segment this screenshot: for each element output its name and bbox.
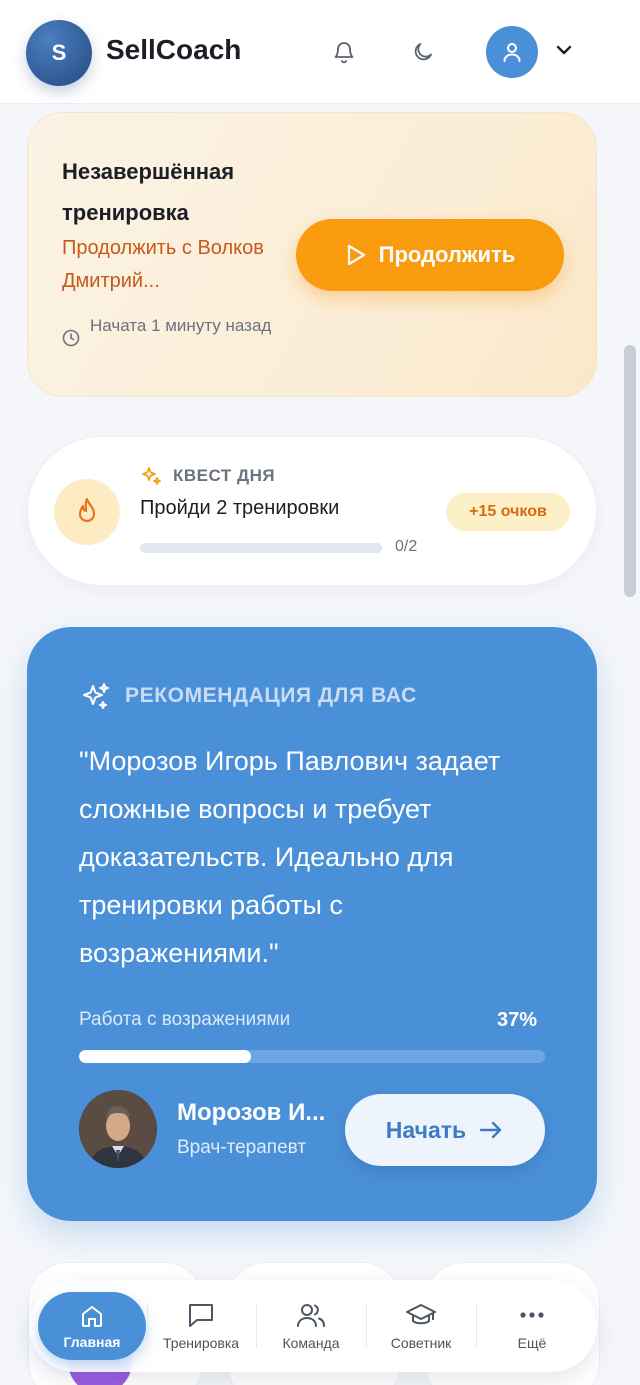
skill-name: Работа с возражениями	[79, 1009, 291, 1030]
app-title: SellCoach	[106, 34, 242, 65]
scrollbar-track[interactable]	[622, 110, 636, 1385]
logo[interactable]: S	[26, 20, 92, 86]
start-button[interactable]: Начать	[345, 1094, 545, 1166]
skill-progress-fill	[79, 1050, 252, 1063]
daily-quest-card[interactable]: КВЕСТ ДНЯ Пройди 2 тренировки 0/2 +15 оч…	[27, 436, 597, 586]
unfinished-started: Начата 1 минуту назад	[90, 316, 272, 335]
arrow-right-icon	[479, 1121, 502, 1139]
recommendation-label: РЕКОМЕНДАЦИЯ ДЛЯ ВАС	[125, 684, 417, 707]
home-icon	[82, 1306, 102, 1327]
nav-item-advisor[interactable]: Советник	[366, 1280, 476, 1372]
skill-percent: 37%	[497, 1009, 538, 1031]
quest-reward-badge: +15 очков	[446, 493, 570, 531]
persona-avatar	[79, 1090, 157, 1168]
nav-item-label: Команда	[282, 1335, 340, 1351]
logo-letter: S	[51, 40, 67, 65]
unfinished-training-card: Незавершённая тренировка Продолжить с Во…	[27, 112, 597, 397]
nav-item-label: Ещё	[517, 1335, 547, 1351]
app-header: S SellCoach	[0, 0, 640, 104]
skill-progress-bar	[79, 1050, 545, 1063]
graduation-cap-icon	[406, 1304, 436, 1325]
chevron-down-icon[interactable]	[552, 38, 576, 62]
nav-item-training[interactable]: Тренировка	[146, 1280, 256, 1372]
persona-name: Морозов И...	[177, 1099, 326, 1126]
chat-icon	[189, 1304, 213, 1327]
flame-icon	[54, 479, 120, 545]
recommendation-quote: "Морозов Игорь Павлович задает сложные в…	[79, 746, 501, 968]
scrollbar-thumb[interactable]	[624, 345, 636, 597]
quest-label: КВЕСТ ДНЯ	[173, 466, 276, 485]
unfinished-title: Незавершённая тренировка	[62, 159, 235, 225]
bell-icon[interactable]	[326, 34, 362, 70]
play-icon	[347, 244, 365, 266]
start-button-label: Начать	[385, 1116, 467, 1143]
nav-item-more[interactable]: Ещё	[477, 1280, 587, 1372]
user-icon	[503, 43, 521, 62]
nav-item-team[interactable]: Команда	[256, 1280, 366, 1372]
quest-progress-bar	[140, 543, 382, 553]
nav-item-label: Тренировка	[162, 1335, 240, 1351]
persona-role: Врач-терапевт	[177, 1137, 307, 1158]
continue-button-label: Продолжить	[378, 242, 516, 267]
unfinished-subtitle: Продолжить с Волков Дмитрий...	[62, 237, 264, 292]
continue-button[interactable]: Продолжить	[296, 219, 564, 291]
more-icon	[520, 1312, 544, 1318]
recommendation-card: РЕКОМЕНДАЦИЯ ДЛЯ ВАС "Морозов Игорь Павл…	[27, 627, 597, 1221]
users-icon	[297, 1304, 325, 1327]
moon-icon[interactable]	[405, 34, 441, 70]
nav-item-home[interactable]: Главная	[38, 1292, 146, 1360]
user-avatar-button[interactable]	[486, 26, 538, 78]
nav-item-label: Советник	[390, 1335, 452, 1351]
sparkles-icon	[142, 467, 161, 485]
sparkles-icon	[83, 683, 109, 709]
nav-item-label: Главная	[63, 1334, 121, 1350]
quest-progress-count: 0/2	[395, 538, 418, 555]
quest-title: Пройди 2 тренировки	[140, 497, 340, 519]
clock-icon	[62, 329, 80, 347]
